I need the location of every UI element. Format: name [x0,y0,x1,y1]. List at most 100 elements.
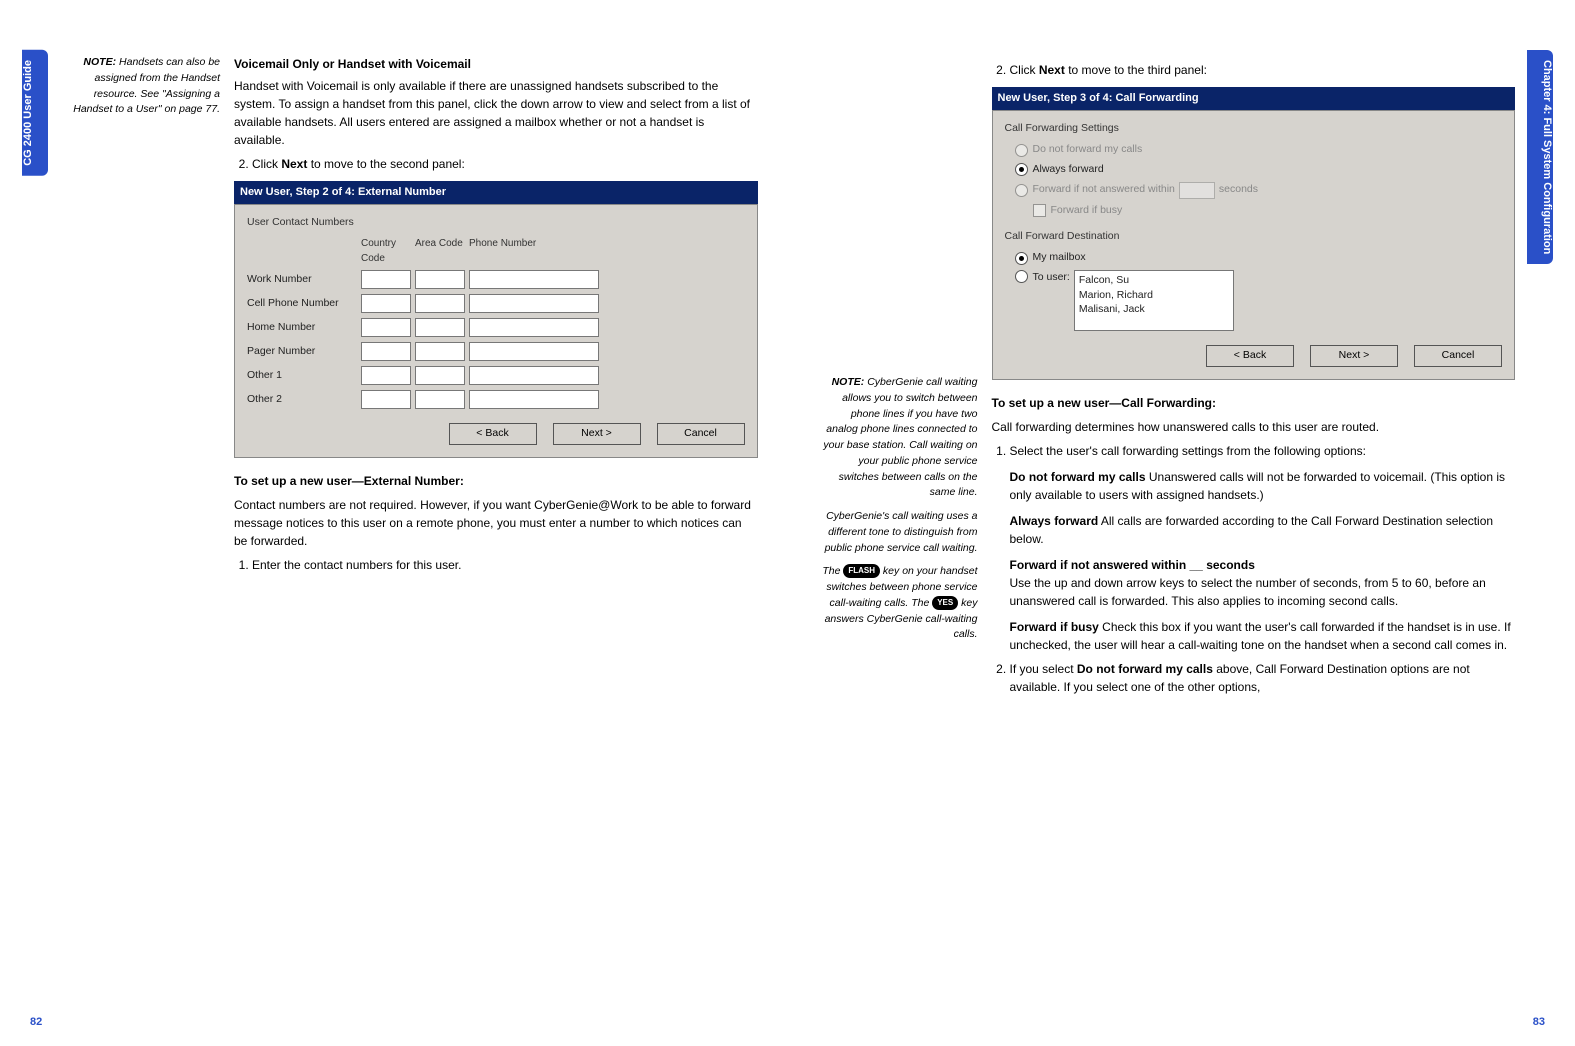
list-item[interactable]: Marion, Richard [1079,288,1229,303]
other1-area-input[interactable] [415,366,465,385]
step-2: Click Next to move to the second panel: [252,155,758,173]
opt-touser: To user: [1033,270,1070,286]
ext-num-paragraph: Contact numbers are not required. Howeve… [234,496,758,550]
col-phone: Phone Number [469,236,599,266]
home-country-input[interactable] [361,318,411,337]
radio-forwardif[interactable] [1015,184,1028,197]
note-text-r2: CyberGenie's call waiting uses a differe… [825,510,978,554]
dialog-external-number: New User, Step 2 of 4: External Number U… [234,181,758,458]
dialog2-group2: Call Forward Destination [1005,229,1503,245]
dialog2-next-button[interactable]: Next > [1310,345,1398,367]
d4-title: Forward if busy [1010,620,1099,634]
left-content: Voicemail Only or Handset with Voicemail… [234,55,758,580]
opt-donotforward: Do not forward my calls [1033,142,1143,158]
cf-step1-text: Select the user's call forwarding settin… [1010,444,1366,458]
yes-key-icon: YES [932,596,958,610]
step2-text-c: to move to the second panel: [307,157,464,171]
vm-paragraph: Handset with Voicemail is only available… [234,77,758,149]
radio-always[interactable] [1015,163,1028,176]
left-margin-note: NOTE: Handsets can also be assigned from… [60,55,220,580]
step2r-b: Next [1039,63,1065,77]
dialog-call-forwarding: New User, Step 3 of 4: Call Forwarding C… [992,87,1516,380]
cell-country-input[interactable] [361,294,411,313]
step-2r: Click Next to move to the third panel: [1010,61,1516,79]
flash-key-icon: FLASH [843,564,880,578]
other1-country-input[interactable] [361,366,411,385]
user-listbox[interactable]: Falcon, Su Marion, Richard Malisani, Jac… [1074,270,1234,331]
step2r-a: Click [1010,63,1039,77]
left-side-tab: CG 2400 User Guide [22,50,48,176]
dialog2-title: New User, Step 3 of 4: Call Forwarding [992,87,1516,110]
work-area-input[interactable] [415,270,465,289]
note-label-r: NOTE: [832,376,865,388]
cf-heading: To set up a new user—Call Forwarding: [992,394,1516,412]
pager-country-input[interactable] [361,342,411,361]
pager-area-input[interactable] [415,342,465,361]
note-text-r1: CyberGenie call waiting allows you to sw… [823,376,977,498]
other2-country-input[interactable] [361,390,411,409]
cell-area-input[interactable] [415,294,465,313]
chk-forwardbusy[interactable] [1033,204,1046,217]
cf-step2: If you select Do not forward my calls ab… [1010,660,1516,696]
page-right: Chapter 4: Full System Configuration NOT… [788,0,1575,1046]
opt-forwardif-b: seconds [1219,182,1258,198]
row-work: Work Number [247,272,357,288]
dialog2-back-button[interactable]: < Back [1206,345,1294,367]
cf-paragraph: Call forwarding determines how unanswere… [992,418,1516,436]
work-phone-input[interactable] [469,270,599,289]
row-other2: Other 2 [247,392,357,408]
right-content: Click Next to move to the third panel: N… [992,55,1516,702]
page-number-left: 82 [30,1016,42,1028]
dialog1-next-button[interactable]: Next > [553,423,641,445]
dialog2-group1: Call Forwarding Settings [1005,121,1503,137]
dialog1-title: New User, Step 2 of 4: External Number [234,181,758,204]
row-home: Home Number [247,320,357,336]
cf-step2-a: If you select [1010,662,1077,676]
d1-title: Do not forward my calls [1010,470,1146,484]
page-number-right: 83 [1533,1016,1545,1028]
opt-forwardbusy: Forward if busy [1051,203,1123,219]
d2-title: Always forward [1010,514,1099,528]
row-pager: Pager Number [247,344,357,360]
opt-always: Always forward [1033,162,1104,178]
note-label: NOTE: [83,56,116,68]
d3-title: Forward if not answered within __ second… [1010,558,1255,572]
dialog1-back-button[interactable]: < Back [449,423,537,445]
home-area-input[interactable] [415,318,465,337]
home-phone-input[interactable] [469,318,599,337]
list-item[interactable]: Malisani, Jack [1079,302,1229,317]
cf-step1: Select the user's call forwarding settin… [1010,442,1516,654]
step2-bold: Next [281,157,307,171]
work-country-input[interactable] [361,270,411,289]
page-left: CG 2400 User Guide NOTE: Handsets can al… [0,0,788,1046]
radio-mymailbox[interactable] [1015,252,1028,265]
dialog1-cancel-button[interactable]: Cancel [657,423,745,445]
dialog2-cancel-button[interactable]: Cancel [1414,345,1502,367]
seconds-spinner[interactable] [1179,182,1215,199]
radio-touser[interactable] [1015,270,1028,283]
opt-mymailbox: My mailbox [1033,250,1086,266]
cell-phone-input[interactable] [469,294,599,313]
step2r-c: to move to the third panel: [1065,63,1207,77]
ext-num-heading: To set up a new user—External Number: [234,472,758,490]
dialog1-group: User Contact Numbers [247,215,745,231]
list-item[interactable]: Falcon, Su [1079,273,1229,288]
row-other1: Other 1 [247,368,357,384]
right-side-tab: Chapter 4: Full System Configuration [1527,50,1553,264]
other1-phone-input[interactable] [469,366,599,385]
cf-step2-b: Do not forward my calls [1077,662,1213,676]
note-text-r3a: The [822,565,843,577]
row-cell: Cell Phone Number [247,296,357,312]
d3-desc: Use the up and down arrow keys to select… [1010,576,1486,608]
radio-donotforward[interactable] [1015,144,1028,157]
right-margin-note: NOTE: CyberGenie call waiting allows you… [818,55,978,702]
other2-area-input[interactable] [415,390,465,409]
other2-phone-input[interactable] [469,390,599,409]
pager-phone-input[interactable] [469,342,599,361]
vm-heading: Voicemail Only or Handset with Voicemail [234,55,758,73]
col-area: Area Code [415,236,465,266]
col-country: Country Code [361,236,411,266]
opt-forwardif-a: Forward if not answered within [1033,182,1175,198]
step-1b: Enter the contact numbers for this user. [252,556,758,574]
step2-text-a: Click [252,157,281,171]
